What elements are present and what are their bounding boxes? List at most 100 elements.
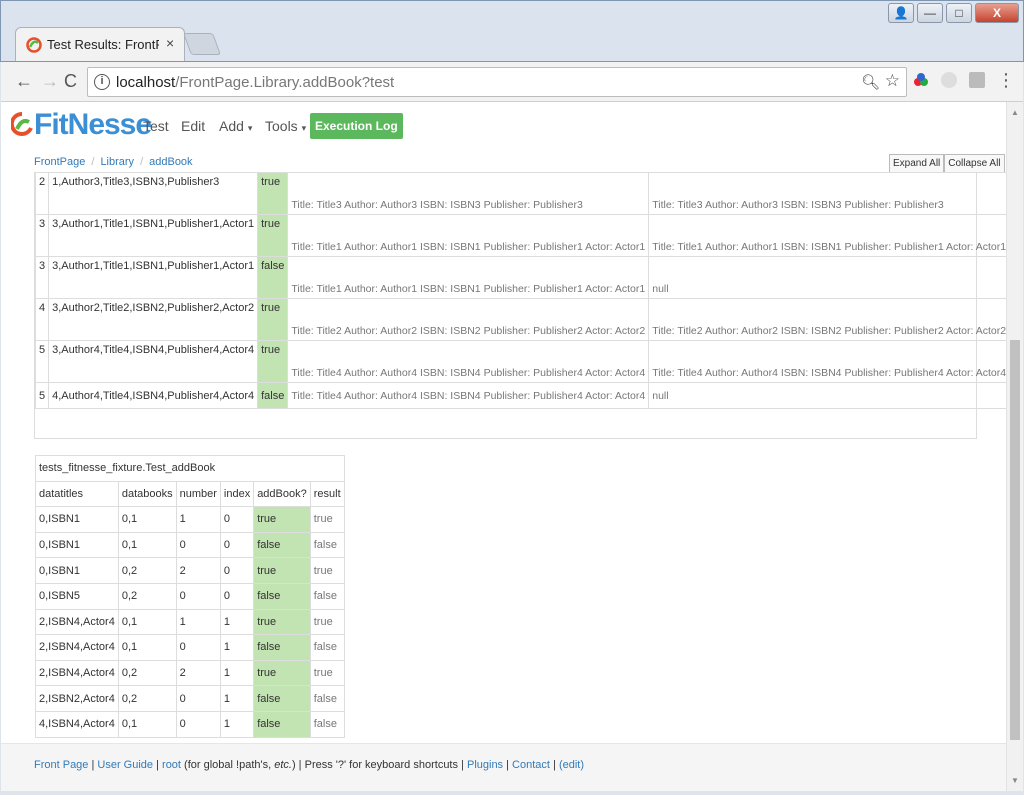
- collapse-all-button[interactable]: Collapse All: [944, 154, 1005, 173]
- tab-close-icon[interactable]: ×: [166, 35, 174, 51]
- table-cell: 3,Author1,Title1,ISBN1,Publisher1,Actor1: [48, 214, 259, 257]
- forward-button[interactable]: →: [41, 71, 59, 92]
- zoom-icon[interactable]: 🔍︎: [861, 73, 880, 91]
- pdf-extension-icon[interactable]: [969, 72, 985, 88]
- footer-plugins-link[interactable]: Plugins: [467, 759, 503, 771]
- footer-user-guide-link[interactable]: User Guide: [97, 759, 153, 771]
- page-footer: Front Page | User Guide | root (for glob…: [1, 743, 1006, 791]
- nav-edit[interactable]: Edit: [181, 118, 205, 134]
- scroll-down-icon[interactable]: ▼: [1011, 776, 1019, 785]
- table-cell: 0,2: [117, 582, 177, 610]
- reload-button[interactable]: C: [64, 71, 77, 92]
- bookmark-star-icon[interactable]: ☆: [885, 71, 900, 91]
- nav-test[interactable]: Test: [143, 118, 169, 134]
- table-row: 0,ISBN1 0,2 2 0 true true: [35, 557, 345, 584]
- profile-icon[interactable]: 👤: [888, 3, 914, 23]
- table-cell: 0,1: [117, 710, 177, 738]
- table-cell: 1: [175, 608, 221, 636]
- table-cell: 2: [175, 659, 221, 687]
- footer-contact-link[interactable]: Contact: [512, 759, 550, 771]
- table-cell: 0,1: [117, 634, 177, 661]
- vertical-scrollbar[interactable]: ▲ ▼: [1006, 102, 1023, 791]
- browser-menu-icon[interactable]: ⋮: [997, 70, 1015, 91]
- browser-tab[interactable]: Test Results: FrontPage.Li ×: [15, 27, 185, 61]
- table-row: 0,ISBN1 0,1 0 0 false false: [35, 531, 345, 559]
- back-button[interactable]: ←: [15, 71, 33, 92]
- drop-extension-icon[interactable]: [941, 72, 957, 88]
- table-cell: true: [257, 172, 289, 215]
- fitnesse-header: FitNesse Test Edit Add ▾ Tools ▾ Executi…: [1, 102, 1006, 149]
- nav-tools[interactable]: Tools ▾: [265, 118, 306, 134]
- table-row: 4 3,Author2,Title2,ISBN2,Publisher2,Actor…: [34, 298, 1006, 341]
- fixture-table: tests_fitnesse_fixture.Test_addBook datat…: [35, 455, 345, 738]
- table-cell: 0: [175, 710, 221, 738]
- table-cell: 0,1: [117, 608, 177, 636]
- table-cell: Title: Title1 Author: Author1 ISBN: ISBN…: [648, 214, 1006, 257]
- table-cell: 0,2: [117, 557, 177, 584]
- breadcrumb-addbook[interactable]: addBook: [149, 156, 192, 168]
- table-row: 2,ISBN2,Actor4 0,2 0 1 false false: [35, 685, 345, 712]
- column-header: databooks: [117, 480, 177, 508]
- table-cell: 3: [34, 256, 50, 299]
- extension-icons: [913, 72, 985, 88]
- scroll-up-icon[interactable]: ▲: [1011, 108, 1019, 117]
- table-cell: 0: [175, 531, 221, 559]
- minimize-button[interactable]: —: [917, 3, 943, 23]
- expand-all-button[interactable]: Expand All: [889, 154, 945, 173]
- footer-edit-link[interactable]: (edit): [559, 759, 584, 771]
- fitnesse-logo[interactable]: FitNesse: [11, 108, 152, 142]
- close-window-button[interactable]: X: [975, 3, 1019, 23]
- execution-log-button[interactable]: Execution Log: [310, 113, 403, 139]
- table-row: 4,ISBN4,Actor4 0,1 0 1 false false: [35, 710, 345, 738]
- table-cell: 2: [34, 172, 50, 215]
- info-icon[interactable]: i: [94, 74, 110, 90]
- new-tab-button[interactable]: [182, 33, 222, 55]
- table-cell: Title: Title4 Author: Author4 ISBN: ISBN…: [287, 382, 650, 409]
- column-header: datatitles: [35, 480, 119, 508]
- url-text[interactable]: localhost/FrontPage.Library.addBook?test: [116, 74, 394, 91]
- table-row: 0,ISBN5 0,2 0 0 false false: [35, 582, 345, 610]
- fixture-caption: tests_fitnesse_fixture.Test_addBook: [35, 455, 345, 482]
- table-row: 3 3,Author1,Title1,ISBN1,Publisher1,Actor…: [34, 214, 1006, 257]
- color-extension-icon[interactable]: [913, 72, 929, 88]
- table-cell: 0: [175, 685, 221, 712]
- table-cell: false: [253, 582, 311, 610]
- table-cell: 1: [219, 608, 255, 636]
- address-bar[interactable]: i localhost/FrontPage.Library.addBook?te…: [87, 67, 907, 97]
- table-row: 2,ISBN4,Actor4 0,1 1 1 true true: [35, 608, 345, 636]
- table-cell: 4: [34, 298, 50, 341]
- browser-toolbar: ← → C i localhost/FrontPage.Library.addB…: [1, 62, 1023, 102]
- breadcrumb-library[interactable]: Library: [100, 156, 134, 168]
- table-cell: false: [253, 634, 311, 661]
- table-cell: true: [257, 214, 289, 257]
- table-cell: true: [253, 557, 311, 584]
- table-cell: false: [309, 582, 345, 610]
- table-cell: Title: Title2 Author: Author2 ISBN: ISBN…: [648, 298, 1006, 341]
- scrollbar-thumb[interactable]: [1010, 340, 1020, 740]
- table-cell: null: [648, 382, 1006, 409]
- table-cell: true: [309, 506, 345, 533]
- table-cell: 1,Author3,Title3,ISBN3,Publisher3: [48, 172, 259, 215]
- table-cell: true: [253, 506, 311, 533]
- table-cell: 0,ISBN1: [35, 531, 119, 559]
- column-header: result: [309, 480, 345, 508]
- footer-root-link[interactable]: root: [162, 759, 181, 771]
- table-cell: 1: [219, 685, 255, 712]
- breadcrumb-frontpage[interactable]: FrontPage: [34, 156, 85, 168]
- footer-front-page-link[interactable]: Front Page: [34, 759, 88, 771]
- footer-shortcuts-text: Press '?' for keyboard shortcuts: [304, 759, 458, 771]
- table-cell: true: [253, 608, 311, 636]
- table-cell: false: [257, 382, 289, 409]
- chevron-down-icon: ▾: [301, 123, 307, 133]
- table-cell: false: [309, 531, 345, 559]
- table-cell: 5: [34, 340, 50, 383]
- page-content: FrontPage / Library / addBook Expand All Col…: [1, 149, 1006, 743]
- table-cell: false: [309, 710, 345, 738]
- nav-add[interactable]: Add ▾: [219, 118, 252, 134]
- table-cell: Title: Title3 Author: Author3 ISBN: ISBN…: [287, 172, 650, 215]
- table-cell: Title: Title4 Author: Author4 ISBN: ISBN…: [648, 340, 1006, 383]
- window-controls: 👤 — □ X: [888, 3, 1019, 23]
- table-row: 5 4,Author4,Title4,ISBN4,Publisher4,Actor…: [34, 382, 1006, 409]
- table-cell: 0,2: [117, 685, 177, 712]
- maximize-button[interactable]: □: [946, 3, 972, 23]
